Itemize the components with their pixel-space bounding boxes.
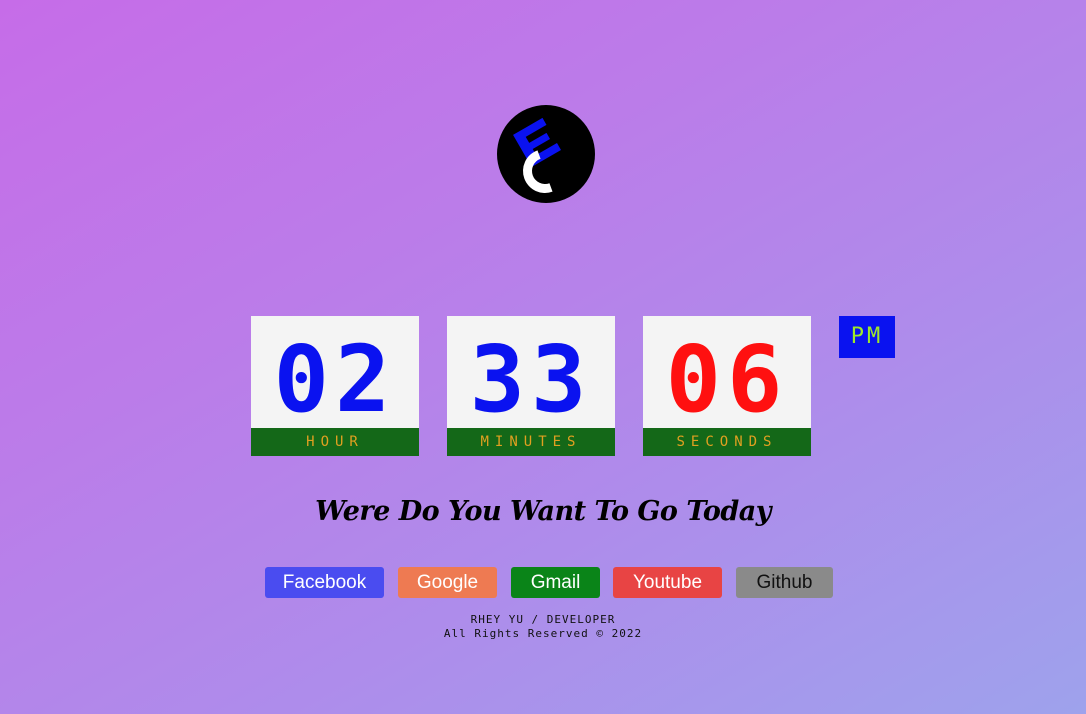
minutes-box: 33 MINUTES [447,316,615,456]
hour-value: 02 [273,326,397,433]
github-button[interactable]: Github [736,567,833,598]
footer-credit: RHEY YU / DEVELOPER [470,613,616,626]
seconds-value: 06 [665,326,789,433]
am-pm-badge: PM [839,316,895,358]
minutes-label: MINUTES [447,428,615,456]
ec-logo [497,105,595,203]
hour-label: HOUR [251,428,419,456]
hour-box: 02 HOUR [251,316,419,456]
seconds-label: SECONDS [643,428,811,456]
ec-logo-icon [513,117,561,193]
facebook-button[interactable]: Facebook [265,567,384,598]
youtube-button[interactable]: Youtube [613,567,722,598]
seconds-box: 06 SECONDS [643,316,811,456]
tagline: Were Do You Want To Go Today [315,496,771,527]
footer-copyright: All Rights Reserved © 2022 [443,627,643,640]
gmail-button[interactable]: Gmail [511,567,600,598]
minutes-value: 33 [469,326,593,433]
google-button[interactable]: Google [398,567,497,598]
